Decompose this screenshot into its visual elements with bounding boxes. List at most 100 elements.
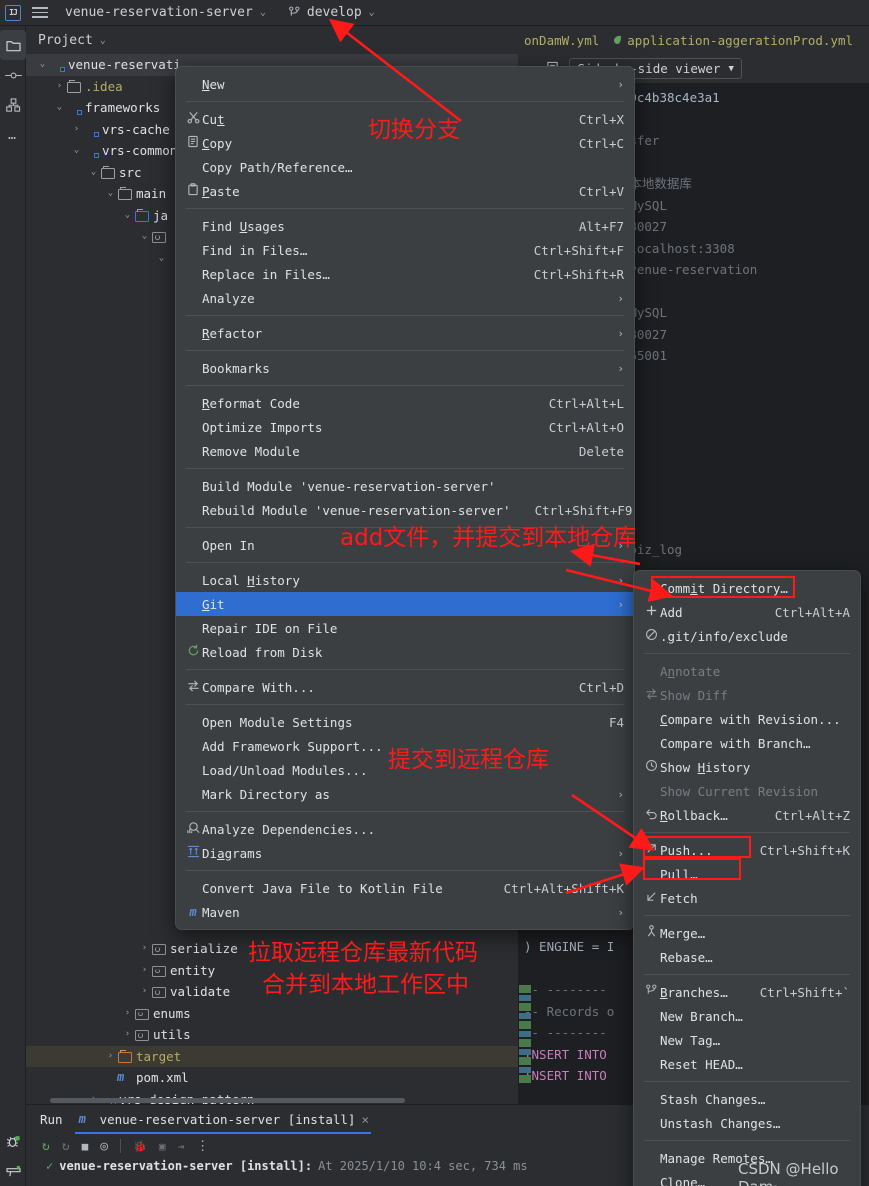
menu-item-replace-in-files[interactable]: Replace in Files… Ctrl+Shift+R (176, 262, 634, 286)
menu-item-fetch[interactable]: Fetch (634, 886, 860, 910)
menu-item-local-history[interactable]: Local History › (176, 568, 634, 592)
menu-item-label: Show History (660, 759, 751, 775)
file-context-menu[interactable]: New › Cut Ctrl+X Copy Ctrl+C Copy Path/Referen… (175, 66, 635, 930)
menu-item-unstash-changes[interactable]: Unstash Changes… (634, 1111, 860, 1135)
menu-item-new-branch[interactable]: New Branch… (634, 1004, 860, 1028)
menu-item-rollback[interactable]: Rollback… Ctrl+Alt+Z (634, 803, 860, 827)
tree-expand-arrow-icon[interactable]: › (70, 119, 83, 141)
rerun-failed-icon[interactable]: ↻ (62, 1139, 70, 1154)
menu-item-shortcut: Ctrl+Shift+` (759, 984, 850, 1000)
sidebar-item-more[interactable]: … (0, 120, 26, 150)
close-icon[interactable]: × (361, 1112, 369, 1127)
menu-item-compare-with-branch[interactable]: Compare with Branch… (634, 731, 860, 755)
rerun-icon[interactable]: ↻ (42, 1139, 50, 1154)
tree-expand-arrow-icon[interactable]: ⌄ (104, 183, 117, 205)
menu-item-find-in-files[interactable]: Find in Files… Ctrl+Shift+F (176, 238, 634, 262)
menu-item-git[interactable]: Git › (176, 592, 634, 616)
editor-tab-ondam[interactable]: onDamW.yml (518, 33, 605, 48)
intellij-logo-icon: IJ (5, 4, 21, 21)
menu-item-reset-head[interactable]: Reset HEAD… (634, 1052, 860, 1076)
sidebar-item-debug[interactable] (0, 1126, 26, 1156)
project-horizontal-scrollbar[interactable] (50, 1098, 405, 1103)
tree-expand-arrow-icon[interactable]: › (138, 938, 151, 960)
export-icon[interactable]: ⇥ (177, 1140, 184, 1153)
menu-item-bookmarks[interactable]: Bookmarks › (176, 356, 634, 380)
more-icon[interactable]: ⋮ (196, 1139, 209, 1154)
run-config-tab[interactable]: m venue-reservation-server [install] × (74, 1112, 372, 1134)
menu-item-compare-with-revision[interactable]: Compare with Revision... (634, 707, 860, 731)
menu-item-git-info-exclude[interactable]: .git/info/exclude (634, 624, 860, 648)
submenu-chevron-right-icon: › (617, 846, 624, 860)
tree-expand-arrow-icon[interactable]: ⌄ (121, 205, 134, 227)
tree-expand-arrow-icon[interactable]: ⌄ (87, 162, 100, 184)
menu-separator (186, 315, 624, 316)
menu-item-merge[interactable]: Merge… (634, 921, 860, 945)
menu-item-analyze[interactable]: Analyze › (176, 286, 634, 310)
menu-item-show-history[interactable]: Show History (634, 755, 860, 779)
project-name-label[interactable]: venue-reservation-server (65, 5, 253, 20)
menu-item-add[interactable]: Add Ctrl+Alt+A (634, 600, 860, 624)
annotation-pull-line1: 拉取远程仓库最新代码 (248, 940, 478, 966)
editor-tab-aggeration[interactable]: application-aggerationProd.yml (605, 33, 859, 48)
menu-item-reload-from-disk[interactable]: Reload from Disk (176, 640, 634, 664)
tree-expand-arrow-icon[interactable]: ⌄ (36, 54, 49, 76)
project-panel-header[interactable]: Project ⌄ (26, 26, 518, 54)
tree-expand-arrow-icon[interactable]: › (104, 1046, 117, 1068)
menu-item-label: Analyze Dependencies... (202, 821, 376, 837)
tree-expand-arrow-icon[interactable]: › (138, 981, 151, 1003)
menu-item-copy-path-reference[interactable]: Copy Path/Reference… (176, 155, 634, 179)
sidebar-item-structure[interactable] (0, 90, 26, 120)
menu-item-convert-java-file-to-kotlin-file[interactable]: Convert Java File to Kotlin File Ctrl+Alt… (176, 876, 634, 900)
filter-icon[interactable]: ◎ (100, 1139, 108, 1154)
tree-expand-arrow-icon[interactable]: ⌄ (70, 140, 83, 162)
tree-expand-arrow-icon[interactable]: › (121, 1024, 134, 1046)
module-folder-icon (66, 101, 82, 116)
menu-item-diagrams[interactable]: Diagrams › (176, 841, 634, 865)
menu-item-optimize-imports[interactable]: Optimize Imports Ctrl+Alt+O (176, 415, 634, 439)
sidebar-item-terminal[interactable] (0, 1156, 26, 1186)
menu-item-find-usages[interactable]: Find Usages Alt+F7 (176, 214, 634, 238)
tree-node-pom-xml[interactable]: m pom.xml (26, 1067, 518, 1089)
tree-expand-arrow-icon[interactable]: › (138, 960, 151, 982)
menu-item-rebase[interactable]: Rebase… (634, 945, 860, 969)
menu-item-open-module-settings[interactable]: Open Module Settings F4 (176, 710, 634, 734)
menu-item-compare-with[interactable]: Compare With... Ctrl+D (176, 675, 634, 699)
menu-item-new[interactable]: New › (176, 72, 634, 96)
menu-item-stash-changes[interactable]: Stash Changes… (634, 1087, 860, 1111)
menu-item-shortcut: Delete (578, 443, 624, 459)
menu-item-branches[interactable]: Branches… Ctrl+Shift+` (634, 980, 860, 1004)
stop-icon[interactable]: ■ (82, 1140, 89, 1153)
menu-item-shortcut: Ctrl+Shift+R (533, 266, 624, 282)
menu-item-label: Merge… (660, 925, 706, 941)
menu-item-maven[interactable]: m Maven › (176, 900, 634, 924)
menu-item-remove-module[interactable]: Remove Module Delete (176, 439, 634, 463)
branch-widget[interactable]: develop ⌄ (288, 5, 375, 20)
menu-item-refactor[interactable]: Refactor › (176, 321, 634, 345)
menu-item-new-tag[interactable]: New Tag… (634, 1028, 860, 1052)
left-strip-bottom (0, 1126, 26, 1186)
tree-node-enums[interactable]: › enums (26, 1003, 518, 1025)
tree-node-target[interactable]: › target (26, 1045, 518, 1068)
menu-item-label: Rebuild Module 'venue-reservation-server… (202, 502, 511, 518)
menu-item-repair-ide-on-file[interactable]: Repair IDE on File (176, 616, 634, 640)
tree-node-utils[interactable]: › utils (26, 1024, 518, 1046)
tree-expand-arrow-icon[interactable]: › (53, 76, 66, 98)
menu-item-shortcut: Ctrl+Alt+A (774, 604, 850, 620)
project-chevron-down-icon[interactable]: ⌄ (260, 7, 266, 18)
debug-icon[interactable]: 🐞 (133, 1140, 147, 1153)
submenu-chevron-right-icon: › (617, 905, 624, 919)
main-menu-hamburger-icon[interactable] (31, 7, 49, 18)
menu-item-mark-directory-as[interactable]: Mark Directory as › (176, 782, 634, 806)
tree-expand-arrow-icon[interactable]: ⌄ (53, 97, 66, 119)
camera-icon[interactable]: ▣ (159, 1140, 166, 1153)
menu-item-build-module-venue-reservation-server[interactable]: Build Module 'venue-reservation-server' (176, 474, 634, 498)
structure-icon (5, 97, 20, 112)
menu-item-analyze-dependencies[interactable]: Analyze Dependencies... (176, 817, 634, 841)
tree-expand-arrow-icon[interactable]: › (121, 1003, 134, 1025)
tree-expand-arrow-icon[interactable]: ⌄ (155, 248, 168, 270)
sidebar-item-project[interactable] (0, 30, 26, 60)
sidebar-item-commit[interactable] (0, 60, 26, 90)
menu-item-reformat-code[interactable]: Reformat Code Ctrl+Alt+L (176, 391, 634, 415)
menu-item-paste[interactable]: Paste Ctrl+V (176, 179, 634, 203)
tree-expand-arrow-icon[interactable]: ⌄ (138, 226, 151, 248)
